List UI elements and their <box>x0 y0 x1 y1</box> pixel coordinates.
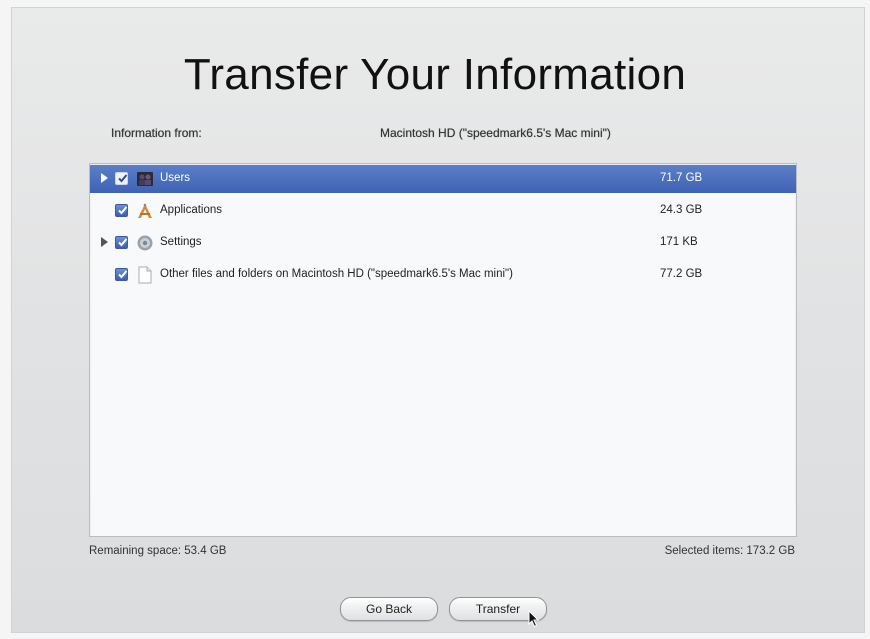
users-size: 71.7 GB <box>660 172 703 184</box>
settings-checkbox[interactable] <box>115 236 128 249</box>
mouse-pointer-icon <box>528 610 540 628</box>
list-item-users[interactable]: Users 71.7 GB <box>90 165 796 193</box>
go-back-button[interactable]: Go Back <box>340 597 438 621</box>
disclosure-triangle-icon[interactable] <box>101 173 108 183</box>
info-from-value: Macintosh HD ("speedmark6.5's Mac mini") <box>380 126 611 140</box>
document-icon <box>136 266 154 284</box>
users-checkbox[interactable] <box>115 172 128 185</box>
checkmark-icon <box>118 206 128 215</box>
other-files-label: Other files and folders on Macintosh HD … <box>160 268 513 280</box>
applications-icon <box>136 202 154 220</box>
checkmark-icon <box>118 270 128 279</box>
remaining-space-text: Remaining space: 53.4 GB <box>89 545 227 557</box>
applications-label: Applications <box>160 204 223 216</box>
applications-checkbox[interactable] <box>115 204 128 217</box>
checkmark-icon <box>118 238 128 247</box>
applications-size: 24.3 GB <box>660 204 703 216</box>
page-title: Transfer Your Information <box>183 50 687 99</box>
settings-icon <box>136 234 154 252</box>
transfer-items-list[interactable]: Users 71.7 GB Applications 24.3 GB Setti… <box>89 163 797 537</box>
list-item-other-files[interactable]: Other files and folders on Macintosh HD … <box>90 261 796 289</box>
users-label: Users <box>160 172 191 184</box>
other-files-checkbox[interactable] <box>115 268 128 281</box>
settings-size: 171 KB <box>660 236 698 248</box>
info-from-label: Information from: <box>111 126 202 140</box>
settings-label: Settings <box>160 236 202 248</box>
disclosure-triangle-icon[interactable] <box>101 237 108 247</box>
checkmark-icon <box>118 174 128 183</box>
users-icon <box>136 170 154 188</box>
selected-items-total: Selected items: 173.2 GB <box>664 545 795 557</box>
list-item-settings[interactable]: Settings 171 KB <box>90 229 796 257</box>
list-item-applications[interactable]: Applications 24.3 GB <box>90 197 796 225</box>
other-files-size: 77.2 GB <box>660 268 703 280</box>
